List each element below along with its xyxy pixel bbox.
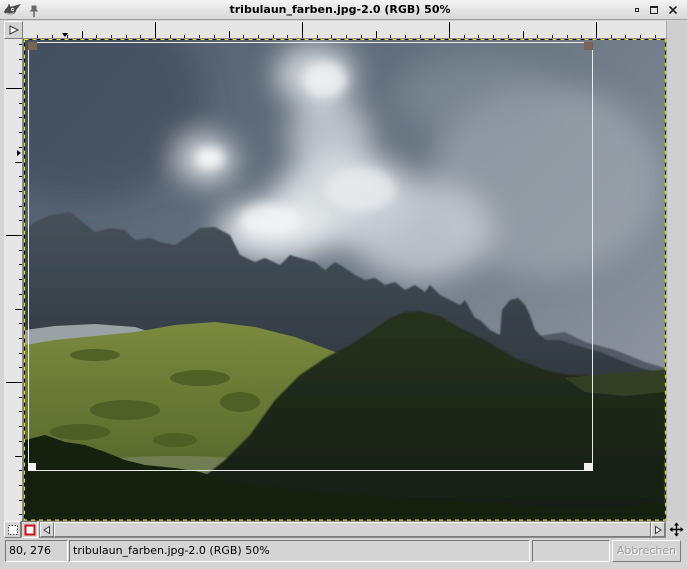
navigate-button[interactable]: [667, 521, 685, 538]
navigate-icon: [669, 522, 683, 537]
quick-mask-on-button[interactable]: [21, 521, 38, 538]
pointer-coordinates: 80, 276: [5, 540, 68, 562]
window-title: tribulaun_farben.jpg-2.0 (RGB) 50%: [229, 3, 451, 16]
menu-arrow-icon: [9, 25, 19, 35]
status-bar: 80, 276 tribulaun_farben.jpg-2.0 (RGB) 5…: [0, 538, 687, 567]
image-display[interactable]: [25, 40, 665, 520]
quick-mask-off-icon: [7, 524, 18, 535]
horizontal-ruler[interactable]: [23, 21, 666, 39]
selection-handle-bottom-left[interactable]: [28, 463, 36, 471]
scrollbar-thumb[interactable]: [54, 522, 651, 537]
selection-handle-bottom-right[interactable]: [584, 463, 593, 471]
close-icon: [668, 5, 678, 15]
minimize-button[interactable]: [630, 3, 644, 17]
vertical-scrollbar[interactable]: [666, 21, 687, 521]
maximize-button[interactable]: [647, 3, 661, 17]
close-button[interactable]: [666, 3, 680, 17]
scroll-left-button[interactable]: [40, 522, 54, 537]
progress-area: [532, 540, 610, 562]
selection-handle-top-left[interactable]: [28, 42, 37, 50]
maximize-icon: [650, 6, 658, 14]
gimp-wilber-icon[interactable]: [3, 2, 23, 18]
quick-mask-off-button[interactable]: [4, 521, 21, 538]
quick-mask-on-icon: [24, 524, 35, 535]
title-bar[interactable]: tribulaun_farben.jpg-2.0 (RGB) 50%: [0, 0, 687, 20]
ruler-pointer-marker: [17, 150, 21, 156]
minimize-icon: [635, 8, 639, 12]
scroll-right-button[interactable]: [651, 522, 665, 537]
selection-handle-top-right[interactable]: [584, 42, 593, 50]
canvas-bottom-bar: [0, 521, 687, 538]
image-menu-button[interactable]: [4, 21, 23, 39]
vertical-ruler[interactable]: [4, 39, 23, 521]
image-canvas[interactable]: [23, 39, 666, 521]
scroll-right-icon: [655, 525, 662, 534]
scroll-left-icon: [43, 525, 50, 534]
cancel-button[interactable]: Abbrechen: [612, 540, 681, 562]
status-message: tribulaun_farben.jpg-2.0 (RGB) 50%: [69, 540, 530, 562]
horizontal-scrollbar[interactable]: [39, 521, 666, 538]
pin-icon[interactable]: [28, 3, 40, 17]
